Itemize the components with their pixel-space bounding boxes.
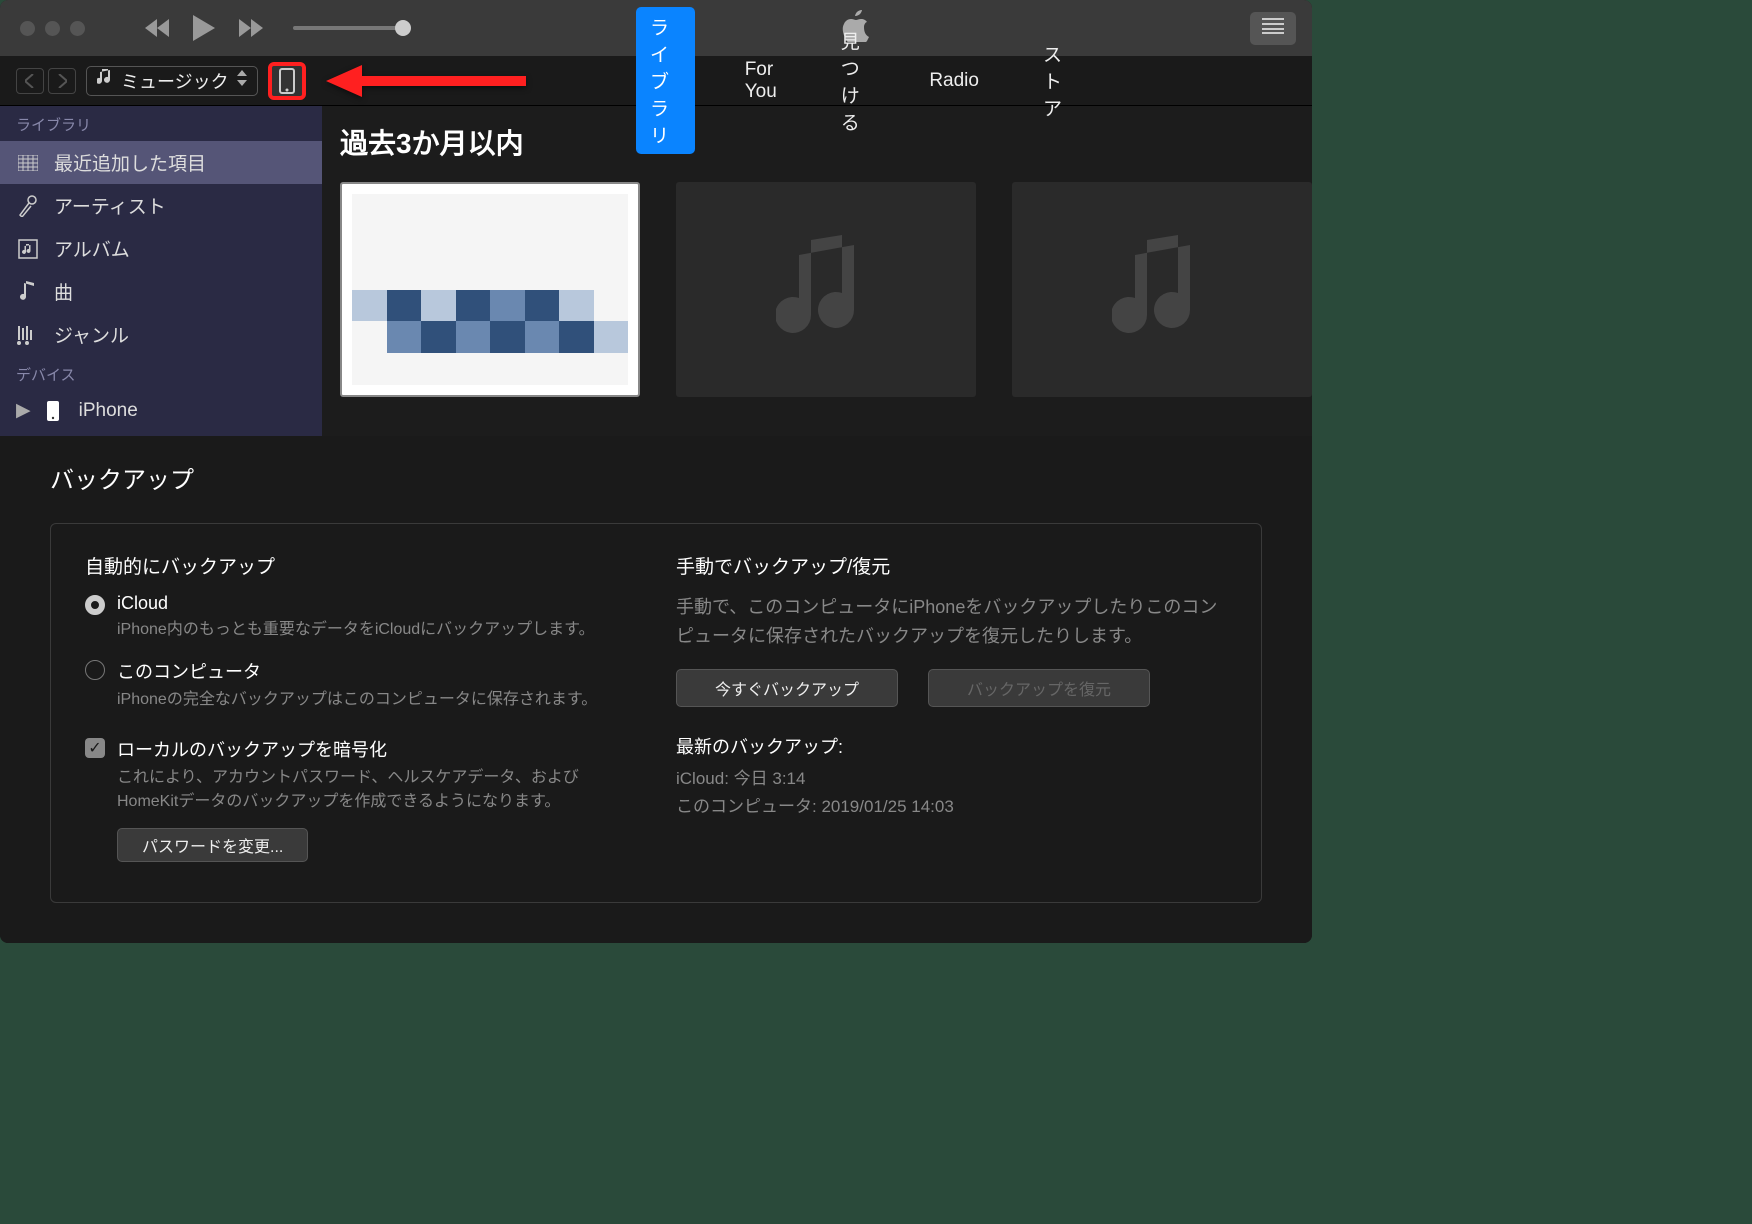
main-content: 過去3か月以内 (322, 106, 1312, 436)
latest-backup-title: 最新のバックアップ: (676, 733, 1227, 759)
list-view-button[interactable] (1250, 12, 1296, 45)
sidebar-item-iphone[interactable]: ▶ iPhone (0, 391, 322, 430)
sidebar-item-recently-added[interactable]: 最近追加した項目 (0, 141, 322, 184)
sidebar-item-label: ジャンル (54, 321, 129, 348)
radio-icloud[interactable]: iCloud iPhone内のもっとも重要なデータをiCloudにバックアップし… (85, 593, 636, 642)
expand-icon: ▶ (16, 399, 31, 422)
radio-computer[interactable]: このコンピュータ iPhoneの完全なバックアップはこのコンピュータに保存されま… (85, 658, 636, 712)
manual-backup-column: 手動でバックアップ/復元 手動で、このコンピュータにiPhoneをバックアップし… (676, 552, 1227, 862)
next-track-button[interactable] (239, 19, 263, 37)
minimize-dot[interactable] (45, 21, 60, 36)
playback-controls (145, 15, 263, 41)
media-type-label: ミュージック (121, 68, 229, 94)
album-icon (16, 239, 40, 259)
radio-computer-label: このコンピュータ (117, 658, 636, 684)
media-type-selector[interactable]: ミュージック (86, 66, 258, 96)
traffic-lights (20, 21, 85, 36)
sidebar-item-label: iPhone (79, 400, 138, 422)
backup-panel: 自動的にバックアップ iCloud iPhone内のもっとも重要なデータをiCl… (50, 523, 1262, 903)
play-button[interactable] (193, 15, 215, 41)
sidebar-item-label: 曲 (54, 278, 73, 305)
tab-library[interactable]: ライブラリ (636, 7, 695, 154)
encrypt-label: ローカルのバックアップを暗号化 (117, 736, 636, 762)
updown-icon (237, 70, 247, 91)
itunes-window: ミュージック ライブラリ For You 見つける Radio ストア (0, 0, 1312, 943)
backup-now-button[interactable]: 今すぐバックアップ (676, 669, 898, 707)
phone-icon (41, 400, 65, 422)
annotation-arrow (326, 61, 526, 101)
latest-icloud-line: iCloud: 今日 3:14 (676, 765, 1227, 794)
sidebar-item-albums[interactable]: アルバム (0, 227, 322, 270)
phone-icon (279, 68, 295, 94)
radio-icloud-desc: iPhone内のもっとも重要なデータをiCloudにバックアップします。 (117, 618, 636, 642)
encrypt-checkbox[interactable]: ✓ (85, 738, 105, 758)
sidebar-library-header: ライブラリ (0, 106, 322, 141)
tab-for-you[interactable]: For You (731, 53, 791, 109)
blurred-artwork (352, 194, 628, 385)
album-thumbnail-placeholder[interactable] (676, 182, 976, 397)
music-note-icon (97, 69, 113, 92)
sidebar-item-genres[interactable]: ジャンル (0, 313, 322, 356)
close-dot[interactable] (20, 21, 35, 36)
note-icon (16, 281, 40, 303)
auto-backup-title: 自動的にバックアップ (85, 552, 636, 579)
tab-store[interactable]: ストア (1029, 34, 1076, 127)
change-password-button[interactable]: パスワードを変更... (117, 828, 308, 862)
toolbar: ミュージック ライブラリ For You 見つける Radio ストア (0, 56, 1312, 106)
music-placeholder-icon (1112, 230, 1212, 350)
microphone-icon (16, 195, 40, 217)
sidebar-item-label: 最近追加した項目 (54, 149, 206, 176)
encrypt-checkbox-row[interactable]: ✓ ローカルのバックアップを暗号化 これにより、アカウントパスワード、ヘルスケア… (85, 736, 636, 862)
volume-slider[interactable] (293, 26, 403, 30)
latest-backup: 最新のバックアップ: iCloud: 今日 3:14 このコンピュータ: 201… (676, 733, 1227, 823)
sidebar-item-label: アルバム (54, 235, 130, 262)
manual-buttons: 今すぐバックアップ バックアップを復元 (676, 669, 1227, 707)
radio-icloud-label: iCloud (117, 593, 636, 614)
guitar-icon (16, 324, 40, 346)
encrypt-desc: これにより、アカウントパスワード、ヘルスケアデータ、およびHomeKitデータの… (117, 766, 636, 814)
radio-icloud-input[interactable] (85, 595, 105, 615)
sidebar-item-label: アーティスト (54, 192, 166, 219)
back-button[interactable] (16, 68, 44, 94)
grid-icon (16, 155, 40, 171)
latest-computer-line: このコンピュータ: 2019/01/25 14:03 (676, 793, 1227, 822)
sidebar-item-songs[interactable]: 曲 (0, 270, 322, 313)
body: ライブラリ 最近追加した項目 アーティスト アルバム 曲 ジャンル デバイス (0, 106, 1312, 436)
tab-browse[interactable]: 見つける (827, 21, 880, 141)
manual-backup-title: 手動でバックアップ/復元 (676, 552, 1227, 579)
sidebar: ライブラリ 最近追加した項目 アーティスト アルバム 曲 ジャンル デバイス (0, 106, 322, 436)
radio-computer-input[interactable] (85, 660, 105, 680)
radio-computer-desc: iPhoneの完全なバックアップはこのコンピュータに保存されます。 (117, 688, 636, 712)
tab-radio[interactable]: Radio (915, 64, 993, 98)
album-grid (340, 182, 1312, 397)
device-button[interactable] (268, 62, 306, 100)
sidebar-item-artists[interactable]: アーティスト (0, 184, 322, 227)
sidebar-device-header: デバイス (0, 356, 322, 391)
restore-backup-button[interactable]: バックアップを復元 (928, 669, 1150, 707)
album-thumbnail-placeholder[interactable] (1012, 182, 1312, 397)
backup-section: バックアップ 自動的にバックアップ iCloud iPhone内のもっとも重要な… (0, 436, 1312, 943)
backup-section-title: バックアップ (50, 460, 1262, 495)
music-placeholder-icon (776, 230, 876, 350)
forward-button[interactable] (48, 68, 76, 94)
manual-backup-desc: 手動で、このコンピュータにiPhoneをバックアップしたりこのコンピュータに保存… (676, 593, 1227, 651)
album-thumbnail[interactable] (340, 182, 640, 397)
prev-track-button[interactable] (145, 19, 169, 37)
nav-arrows (16, 68, 76, 94)
auto-backup-column: 自動的にバックアップ iCloud iPhone内のもっとも重要なデータをiCl… (85, 552, 636, 862)
maximize-dot[interactable] (70, 21, 85, 36)
main-tabs: ライブラリ For You 見つける Radio ストア (636, 7, 1076, 154)
